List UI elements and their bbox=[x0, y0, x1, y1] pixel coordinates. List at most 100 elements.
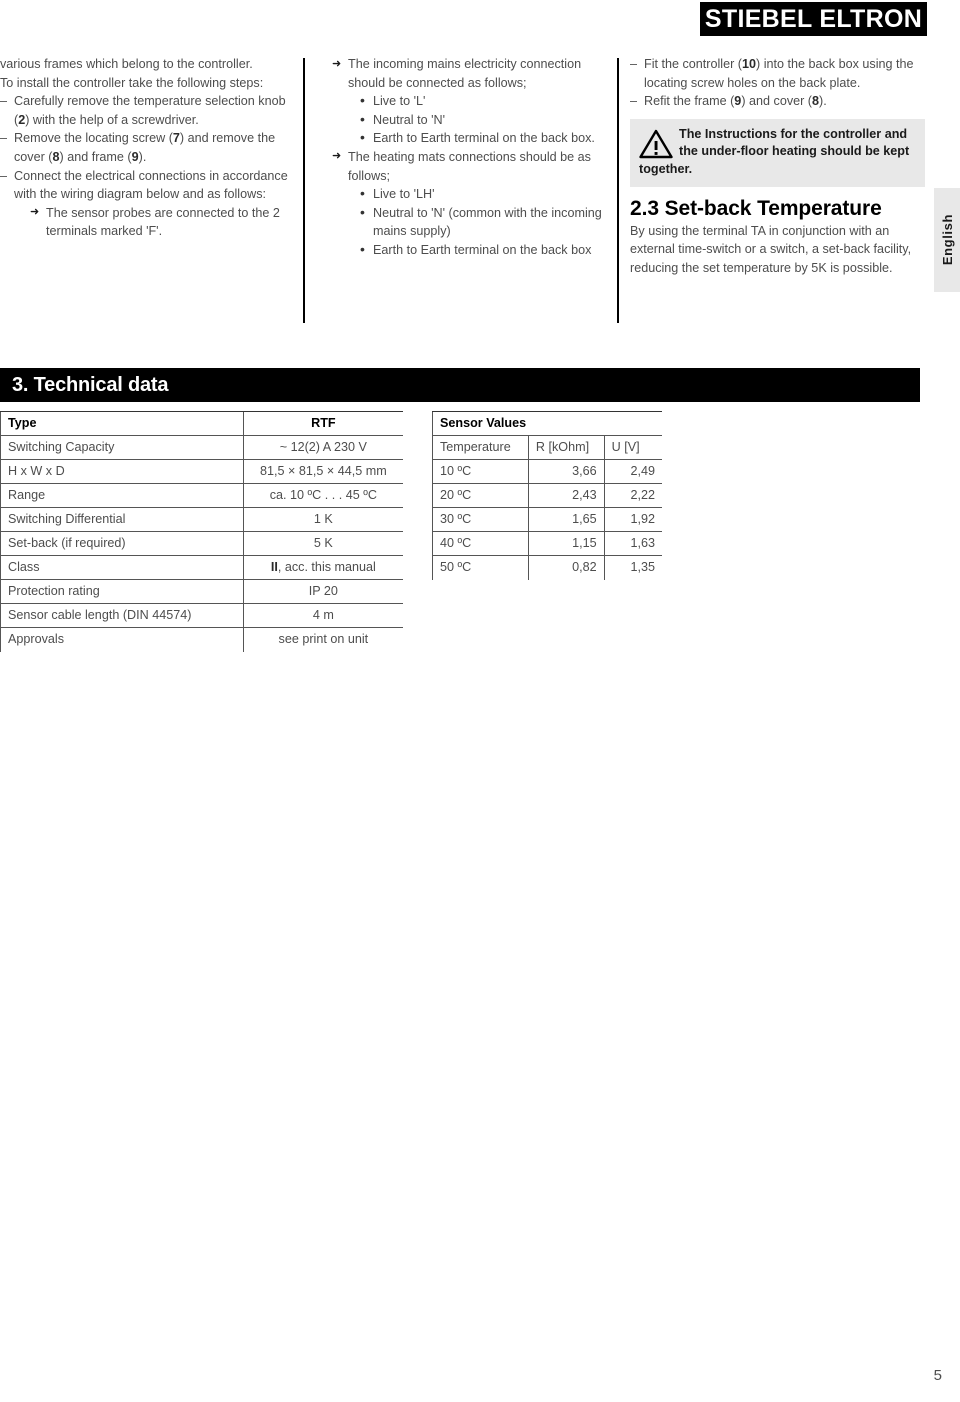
mains-connection-text: The incoming mains electricity connectio… bbox=[348, 57, 582, 90]
list-item: Remove the locating screw (7) and remove… bbox=[0, 129, 292, 166]
sensor-temperature: 50 ºC bbox=[432, 555, 529, 580]
heating-mats-bullets: Live to 'LH' Neutral to 'N' (common with… bbox=[360, 184, 615, 260]
table-row: Switching Capacity ~ 12(2) A 230 V bbox=[0, 435, 403, 460]
column-right: Fit the controller (10) into the back bo… bbox=[630, 55, 925, 278]
bullet-text: Earth to Earth terminal on the back box. bbox=[373, 131, 595, 146]
spec-label: Set-back (if required) bbox=[0, 531, 244, 556]
list-item: The heating mats connections should be a… bbox=[332, 147, 615, 260]
spec-label: Sensor cable length (DIN 44574) bbox=[0, 603, 244, 628]
spec-header-value: RTF bbox=[242, 411, 403, 436]
sensor-resistance: 1,65 bbox=[527, 507, 605, 532]
step-text: Remove the locating screw (7) and remove… bbox=[14, 131, 276, 164]
sensor-temperature: 20 ºC bbox=[432, 483, 529, 508]
list-item: Live to 'LH' bbox=[360, 184, 615, 204]
warning-triangle-icon bbox=[639, 129, 673, 158]
install-steps-list: Carefully remove the temperature selecti… bbox=[0, 92, 292, 241]
table-row: Set-back (if required) 5 K bbox=[0, 531, 403, 556]
table-header-row: Type RTF bbox=[0, 411, 403, 436]
table-row: Switching Differential 1 K bbox=[0, 507, 403, 532]
column-middle: The incoming mains electricity connectio… bbox=[332, 55, 615, 260]
three-column-body: various frames which belong to the contr… bbox=[0, 55, 930, 325]
list-item: Live to 'L' bbox=[360, 91, 615, 111]
spec-value: 1 K bbox=[242, 507, 403, 532]
sensor-header-resistance: R [kOhm] bbox=[527, 435, 605, 460]
language-side-tab: English bbox=[934, 188, 960, 292]
bullet-text: Neutral to 'N' bbox=[373, 112, 446, 127]
column-left: various frames which belong to the contr… bbox=[0, 55, 292, 241]
spec-value: see print on unit bbox=[242, 627, 403, 652]
list-item: The incoming mains electricity connectio… bbox=[332, 55, 615, 148]
spec-label: Protection rating bbox=[0, 579, 244, 604]
spec-value: 81,5 × 81,5 × 44,5 mm bbox=[242, 459, 403, 484]
table-row: 40 ºC 1,15 1,63 bbox=[432, 531, 662, 556]
table-row: H x W x D 81,5 × 81,5 × 44,5 mm bbox=[0, 459, 403, 484]
list-item: Earth to Earth terminal on the back box. bbox=[360, 128, 615, 148]
final-steps-list: Fit the controller (10) into the back bo… bbox=[630, 55, 925, 111]
table-row: Range ca. 10 ºC . . . 45 ºC bbox=[0, 483, 403, 508]
brand-name: STIEBEL ELTRON bbox=[704, 4, 923, 33]
list-item: Refit the frame (9) and cover (8). bbox=[630, 92, 925, 111]
bullet-text: Earth to Earth terminal on the back box bbox=[373, 242, 592, 257]
table-row: Sensor cable length (DIN 44574) 4 m bbox=[0, 603, 403, 628]
spec-label: H x W x D bbox=[0, 459, 244, 484]
sensor-resistance: 3,66 bbox=[527, 459, 605, 484]
wiring-instructions-list: The incoming mains electricity connectio… bbox=[332, 55, 615, 260]
section-3-heading-bar: 3. Technical data bbox=[0, 368, 920, 402]
sensor-header-temperature: Temperature bbox=[432, 435, 529, 460]
sensor-table-title: Sensor Values bbox=[432, 411, 662, 436]
technical-spec-table: Type RTF Switching Capacity ~ 12(2) A 23… bbox=[0, 411, 403, 652]
brand-header: STIEBEL ELTRON bbox=[700, 2, 927, 36]
section-3-title: 3. Technical data bbox=[12, 373, 169, 396]
step-text: Carefully remove the temperature selecti… bbox=[14, 94, 286, 127]
table-row: Protection rating IP 20 bbox=[0, 579, 403, 604]
spec-label: Switching Capacity bbox=[0, 435, 244, 460]
column-divider-right bbox=[617, 58, 619, 323]
substep-text: The sensor probes are connected to the 2… bbox=[46, 205, 280, 239]
sensor-voltage: 1,35 bbox=[603, 555, 662, 580]
spec-label: Class bbox=[0, 555, 244, 580]
sensor-values-table-body: Sensor Values Temperature R [kOhm] U [V]… bbox=[432, 411, 662, 580]
sensor-table-title-row: Sensor Values bbox=[432, 411, 662, 436]
sensor-voltage: 2,22 bbox=[603, 483, 662, 508]
section-2-3-body: By using the terminal TA in conjunction … bbox=[630, 223, 912, 276]
warning-text: The Instructions for the controller and … bbox=[639, 126, 910, 176]
section-2-3-title: 2.3 Set-back Temperature bbox=[630, 197, 882, 221]
spec-value: 5 K bbox=[242, 531, 403, 556]
list-item: Neutral to 'N' bbox=[360, 110, 615, 130]
spec-value: II, acc. this manual bbox=[242, 555, 403, 580]
sensor-voltage: 2,49 bbox=[603, 459, 662, 484]
sensor-resistance: 2,43 bbox=[527, 483, 605, 508]
sensor-temperature: 10 ºC bbox=[432, 459, 529, 484]
sensor-header-voltage: U [V] bbox=[603, 435, 662, 460]
spec-value: IP 20 bbox=[242, 579, 403, 604]
sensor-resistance: 1,15 bbox=[527, 531, 605, 556]
table-header-row: Temperature R [kOhm] U [V] bbox=[432, 435, 662, 460]
list-item: The sensor probes are connected to the 2… bbox=[30, 203, 292, 241]
step-text: Fit the controller (10) into the back bo… bbox=[644, 57, 914, 90]
sensor-temperature: 40 ºC bbox=[432, 531, 529, 556]
list-item: Connect the electrical connections in ac… bbox=[0, 167, 292, 241]
heating-mats-text: The heating mats connections should be a… bbox=[348, 149, 591, 183]
step-text: Connect the electrical connections in ac… bbox=[14, 168, 288, 202]
sensor-values-table: Sensor Values Temperature R [kOhm] U [V]… bbox=[432, 411, 662, 580]
list-item: Earth to Earth terminal on the back box bbox=[360, 240, 615, 260]
step-text: Refit the frame (9) and cover (8). bbox=[644, 94, 827, 109]
spec-value: 4 m bbox=[242, 603, 403, 628]
list-item: Neutral to 'N' (common with the incoming… bbox=[360, 203, 615, 241]
sub-steps-list: The sensor probes are connected to the 2… bbox=[30, 203, 292, 241]
spec-value: ~ 12(2) A 230 V bbox=[242, 435, 403, 460]
bullet-text: Neutral to 'N' (common with the incoming… bbox=[373, 205, 602, 239]
bullet-text: Live to 'LH' bbox=[373, 187, 435, 202]
page-number: 5 bbox=[933, 1367, 942, 1384]
spec-value: ca. 10 ºC . . . 45 ºC bbox=[242, 483, 403, 508]
spec-label: Approvals bbox=[0, 627, 244, 652]
sensor-temperature: 30 ºC bbox=[432, 507, 529, 532]
spec-label: Switching Differential bbox=[0, 507, 244, 532]
table-row: 50 ºC 0,82 1,35 bbox=[432, 555, 662, 580]
table-row: 20 ºC 2,43 2,22 bbox=[432, 483, 662, 508]
list-item: Carefully remove the temperature selecti… bbox=[0, 92, 292, 129]
sensor-resistance: 0,82 bbox=[527, 555, 605, 580]
bullet-text: Live to 'L' bbox=[373, 94, 426, 109]
table-row: 10 ºC 3,66 2,49 bbox=[432, 459, 662, 484]
spec-label: Range bbox=[0, 483, 244, 508]
